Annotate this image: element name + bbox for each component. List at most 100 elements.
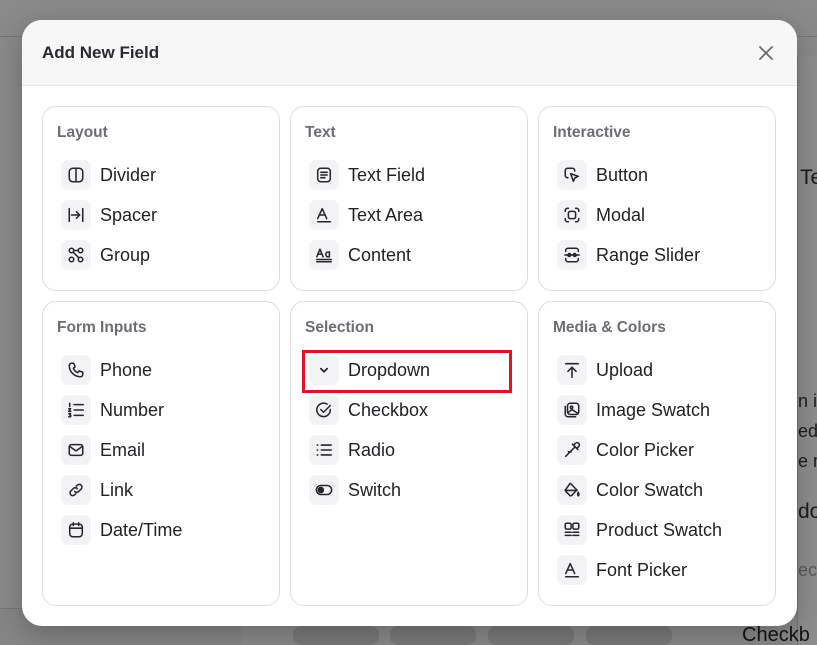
field-option-label: Text Field — [348, 164, 426, 185]
field-option-button[interactable]: Button — [553, 155, 761, 195]
calendar-icon — [61, 515, 91, 545]
background-checkbox-label: Checkb — [742, 624, 810, 645]
field-option-phone[interactable]: Phone — [57, 350, 265, 390]
field-option-label: Upload — [596, 359, 654, 380]
close-button[interactable] — [755, 42, 777, 64]
number-list-icon — [61, 395, 91, 425]
range-slider-icon — [557, 240, 587, 270]
field-option-font-picker[interactable]: Font Picker — [553, 550, 761, 590]
eyedropper-icon — [557, 435, 587, 465]
email-icon — [61, 435, 91, 465]
list-icon — [309, 435, 339, 465]
close-icon — [759, 46, 773, 60]
field-option-switch[interactable]: Switch — [305, 470, 513, 510]
add-field-modal: Add New Field Layout Divider Spacer Grou… — [22, 20, 797, 626]
field-option-label: Color Swatch — [596, 479, 704, 500]
field-option-divider[interactable]: Divider — [57, 155, 265, 195]
group-icon — [61, 240, 91, 270]
field-option-upload[interactable]: Upload — [553, 350, 761, 390]
phone-icon — [61, 355, 91, 385]
field-category-grid: Layout Divider Spacer Group Text Text Fi… — [42, 106, 776, 606]
field-option-label: Phone — [100, 359, 153, 380]
background-text: e m — [798, 451, 817, 471]
field-option-label: Date/Time — [100, 519, 183, 540]
divider-icon — [61, 160, 91, 190]
field-option-label: Image Swatch — [596, 399, 711, 420]
background-pill — [586, 626, 672, 645]
field-option-label: Checkbox — [348, 399, 429, 420]
field-option-color-picker[interactable]: Color Picker — [553, 430, 761, 470]
field-option-modal[interactable]: Modal — [553, 195, 761, 235]
field-option-label: Font Picker — [596, 559, 688, 580]
product-swatch-icon — [557, 515, 587, 545]
category-title: Interactive — [553, 124, 631, 141]
modal-header: Add New Field — [22, 20, 797, 86]
background-text: n ip — [798, 391, 817, 411]
category-card-layout: Layout Divider Spacer Group — [42, 106, 280, 291]
category-card-text: Text Text Field Text Area Content — [290, 106, 528, 291]
field-option-spacer[interactable]: Spacer — [57, 195, 265, 235]
check-circle-icon — [309, 395, 339, 425]
field-option-label: Divider — [100, 164, 157, 185]
field-option-dropdown[interactable]: Dropdown — [302, 350, 513, 393]
link-icon — [61, 475, 91, 505]
category-card-selection: Selection Dropdown Checkbox Radio Switch — [290, 301, 528, 606]
background-pill — [390, 626, 476, 645]
text-area-icon — [309, 200, 339, 230]
category-card-form-inputs: Form Inputs Phone Number Email Link Date… — [42, 301, 280, 606]
modal-title: Add New Field — [42, 42, 160, 62]
field-option-label: Button — [596, 164, 649, 185]
field-option-radio[interactable]: Radio — [305, 430, 513, 470]
field-option-email[interactable]: Email — [57, 430, 265, 470]
background-text: Te — [800, 166, 817, 189]
category-title: Media & Colors — [553, 319, 666, 336]
field-option-link[interactable]: Link — [57, 470, 265, 510]
field-option-content[interactable]: Content — [305, 235, 513, 275]
toggle-icon — [309, 475, 339, 505]
field-option-number[interactable]: Number — [57, 390, 265, 430]
field-option-label: Text Area — [348, 204, 424, 225]
font-picker-icon — [557, 555, 587, 585]
background-side-panel — [797, 56, 817, 645]
category-title: Text — [305, 124, 336, 141]
field-option-range-slider[interactable]: Range Slider — [553, 235, 761, 275]
field-option-label: Dropdown — [348, 359, 431, 380]
field-option-text-field[interactable]: Text Field — [305, 155, 513, 195]
category-title: Layout — [57, 124, 108, 141]
spacer-icon — [61, 200, 91, 230]
content-icon — [309, 240, 339, 270]
field-option-label: Range Slider — [596, 244, 701, 265]
image-swatch-icon — [557, 395, 587, 425]
field-option-image-swatch[interactable]: Image Swatch — [553, 390, 761, 430]
text-field-icon — [309, 160, 339, 190]
background-pill — [293, 626, 379, 645]
field-option-label: Modal — [596, 204, 646, 225]
category-title: Selection — [305, 319, 374, 336]
field-option-label: Product Swatch — [596, 519, 723, 540]
chevron-down-icon — [309, 355, 339, 385]
category-title: Form Inputs — [57, 319, 147, 336]
field-option-text-area[interactable]: Text Area — [305, 195, 513, 235]
background-text: ed — [798, 421, 817, 441]
field-option-label: Content — [348, 244, 412, 265]
background-text: ecti — [798, 560, 817, 580]
modal-icon — [557, 200, 587, 230]
field-option-label: Color Picker — [596, 439, 695, 460]
field-option-group[interactable]: Group — [57, 235, 265, 275]
field-option-label: Email — [100, 439, 146, 460]
field-option-label: Link — [100, 479, 134, 500]
field-option-label: Radio — [348, 439, 396, 460]
field-option-label: Number — [100, 399, 165, 420]
field-option-label: Switch — [348, 479, 402, 500]
field-option-date-time[interactable]: Date/Time — [57, 510, 265, 550]
category-card-media-colors: Media & Colors Upload Image Swatch Color… — [538, 301, 776, 606]
field-option-label: Spacer — [100, 204, 158, 225]
field-option-color-swatch[interactable]: Color Swatch — [553, 470, 761, 510]
field-option-label: Group — [100, 244, 151, 265]
button-cursor-icon — [557, 160, 587, 190]
field-option-product-swatch[interactable]: Product Swatch — [553, 510, 761, 550]
background-text: do — [798, 500, 817, 523]
category-card-interactive: Interactive Button Modal Range Slider — [538, 106, 776, 291]
background-pill — [488, 626, 574, 645]
field-option-checkbox[interactable]: Checkbox — [305, 390, 513, 430]
